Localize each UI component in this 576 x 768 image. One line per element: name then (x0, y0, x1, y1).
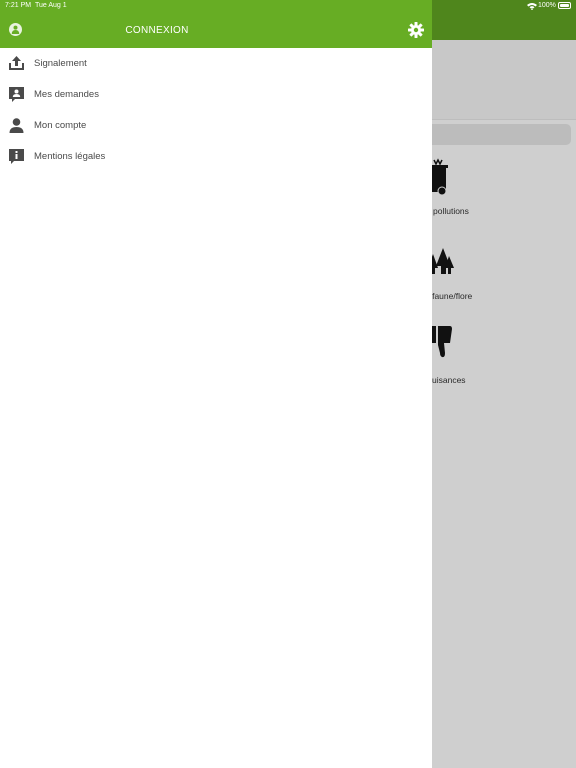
battery-percent: 100% (538, 2, 556, 9)
status-time: 7:21 PM (5, 2, 32, 9)
category-label: n faune/flore (425, 291, 473, 301)
menu-item-mes-demandes[interactable]: Mes demandes (0, 79, 432, 110)
menu-item-label: Mes demandes (34, 89, 99, 100)
person-icon (9, 118, 24, 133)
menu-item-label: Signalement (34, 58, 87, 69)
gear-icon[interactable] (408, 22, 424, 38)
status-date: Tue Aug 1 (35, 2, 67, 9)
upload-icon (9, 56, 24, 70)
side-drawer: CONNEXION Signalement Mes demandes Mon c… (0, 0, 432, 768)
connexion-button[interactable]: CONNEXION (0, 25, 314, 36)
drawer-menu: Signalement Mes demandes Mon compte Ment… (0, 48, 432, 172)
menu-item-signalement[interactable]: Signalement (0, 48, 432, 79)
status-bar: 7:21 PM Tue Aug 1 100% (0, 0, 576, 12)
menu-item-label: Mentions légales (34, 151, 106, 162)
info-icon (9, 149, 24, 164)
menu-item-mon-compte[interactable]: Mon compte (0, 110, 432, 141)
category-label: uisances (432, 375, 466, 385)
category-label: pollutions (433, 206, 469, 216)
menu-item-mentions-legales[interactable]: Mentions légales (0, 141, 432, 172)
thumbs-down-icon[interactable] (430, 326, 452, 358)
requests-icon (9, 87, 24, 102)
battery-icon (558, 2, 571, 9)
wifi-icon (527, 3, 537, 10)
menu-item-label: Mon compte (34, 120, 87, 131)
